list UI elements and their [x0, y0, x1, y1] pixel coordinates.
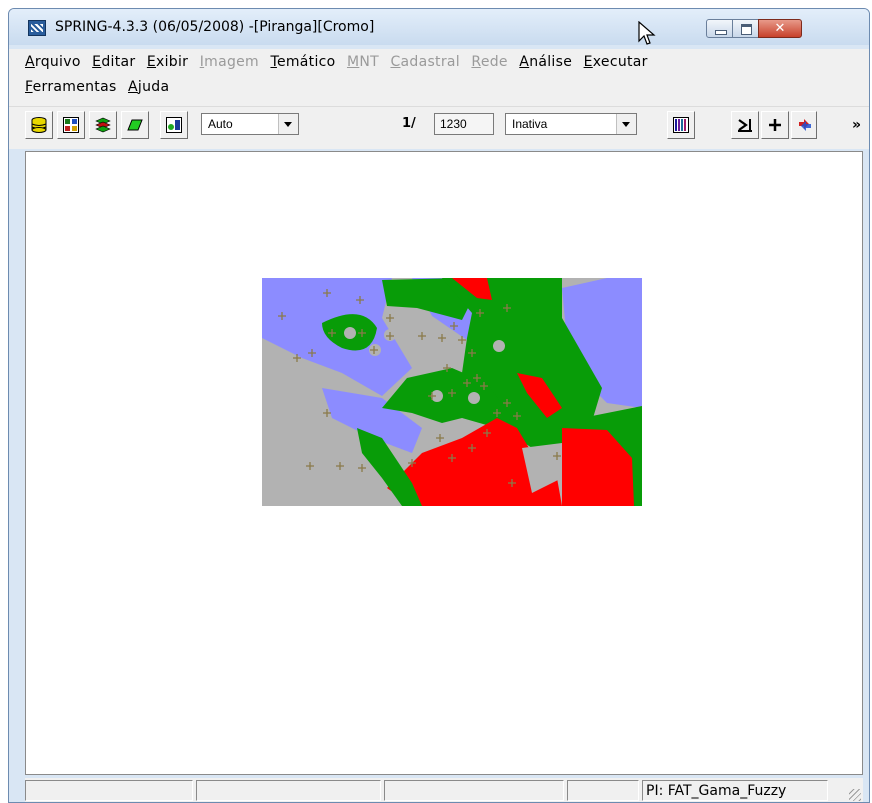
plane-icon	[127, 119, 143, 131]
plus-icon	[769, 119, 781, 131]
transfer-arrows-icon	[799, 119, 811, 131]
layers-button[interactable]	[89, 111, 117, 139]
map-canvas[interactable]	[25, 151, 863, 775]
arrow-down-right-icon	[738, 119, 752, 132]
color-palette-icon	[673, 117, 689, 133]
status-panel-1	[25, 780, 193, 801]
menu-arquivo[interactable]: Arquivo	[25, 54, 81, 70]
layers-icon	[95, 117, 111, 133]
menu-executar[interactable]: Executar	[584, 54, 648, 70]
minimize-button[interactable]	[706, 19, 733, 38]
spring-window: SPRING-4.3.3 (06/05/2008) -[Piranga][Cro…	[8, 8, 870, 803]
go-to-end-button[interactable]	[731, 111, 759, 139]
menu-cadastral[interactable]: Cadastral	[390, 54, 460, 70]
menu-editar[interactable]: Editar	[92, 54, 135, 70]
menu-ajuda[interactable]: Ajuda	[128, 79, 169, 95]
status-panel-3	[384, 780, 564, 801]
menu-analise[interactable]: Análise	[519, 54, 572, 70]
menu-imagem[interactable]: Imagem	[200, 54, 259, 70]
transfer-button[interactable]	[791, 111, 817, 139]
view-icon	[166, 117, 182, 133]
add-point-button[interactable]	[761, 111, 789, 139]
menu-tematico[interactable]: Temático	[270, 54, 335, 70]
scale-prefix: 1/	[402, 116, 416, 131]
menu-bar: Arquivo Editar Exibir Imagem Temático MN…	[9, 49, 869, 106]
scale-input[interactable]: 1230	[434, 113, 494, 135]
chevron-down-icon[interactable]	[616, 114, 636, 134]
menu-rede[interactable]: Rede	[471, 54, 507, 70]
app-icon[interactable]	[28, 20, 46, 36]
menu-row-2: Ferramentas Ajuda	[25, 79, 176, 103]
thematic-map[interactable]	[262, 278, 642, 506]
chevron-down-icon[interactable]	[278, 114, 298, 134]
menu-ferramentas[interactable]: Ferramentas	[25, 79, 117, 95]
map-spot-gray	[468, 392, 480, 404]
zoom-mode-value: Auto	[208, 117, 233, 131]
maximize-button[interactable]	[732, 19, 759, 38]
status-bar: PI: FAT_Gama_Fuzzy	[25, 778, 863, 802]
mouse-pointer-icon	[638, 21, 656, 45]
palette-button[interactable]	[667, 111, 695, 139]
plane-button[interactable]	[121, 111, 149, 139]
map-spot-gray	[344, 327, 356, 339]
cursor-mode-select[interactable]: Inativa	[505, 113, 637, 135]
zoom-mode-select[interactable]: Auto	[201, 113, 299, 135]
cursor-mode-value: Inativa	[512, 117, 548, 131]
database-icon	[31, 117, 47, 133]
database-button[interactable]	[25, 111, 53, 139]
status-panel-2	[196, 780, 381, 801]
view-button[interactable]	[160, 111, 188, 139]
title-bar[interactable]: SPRING-4.3.3 (06/05/2008) -[Piranga][Cro…	[9, 9, 869, 45]
model-button[interactable]	[57, 111, 85, 139]
close-button[interactable]: ✕	[758, 19, 802, 38]
model-icon	[63, 117, 79, 133]
map-spot-gray	[493, 340, 505, 352]
window-title: SPRING-4.3.3 (06/05/2008) -[Piranga][Cro…	[55, 19, 375, 35]
menu-row-1: Arquivo Editar Exibir Imagem Temático MN…	[25, 54, 655, 78]
map-spot-gray	[434, 346, 446, 358]
toolbar-overflow-chevron[interactable]: »	[852, 117, 861, 133]
menu-mnt[interactable]: MNT	[347, 54, 379, 70]
resize-grip[interactable]	[849, 789, 861, 801]
close-icon: ✕	[774, 21, 786, 36]
status-plano-info: PI: FAT_Gama_Fuzzy	[642, 780, 828, 801]
toolbar: Auto 1/ 1230 Inativa »	[9, 106, 869, 149]
status-panel-4	[567, 780, 639, 801]
menu-exibir[interactable]: Exibir	[147, 54, 188, 70]
